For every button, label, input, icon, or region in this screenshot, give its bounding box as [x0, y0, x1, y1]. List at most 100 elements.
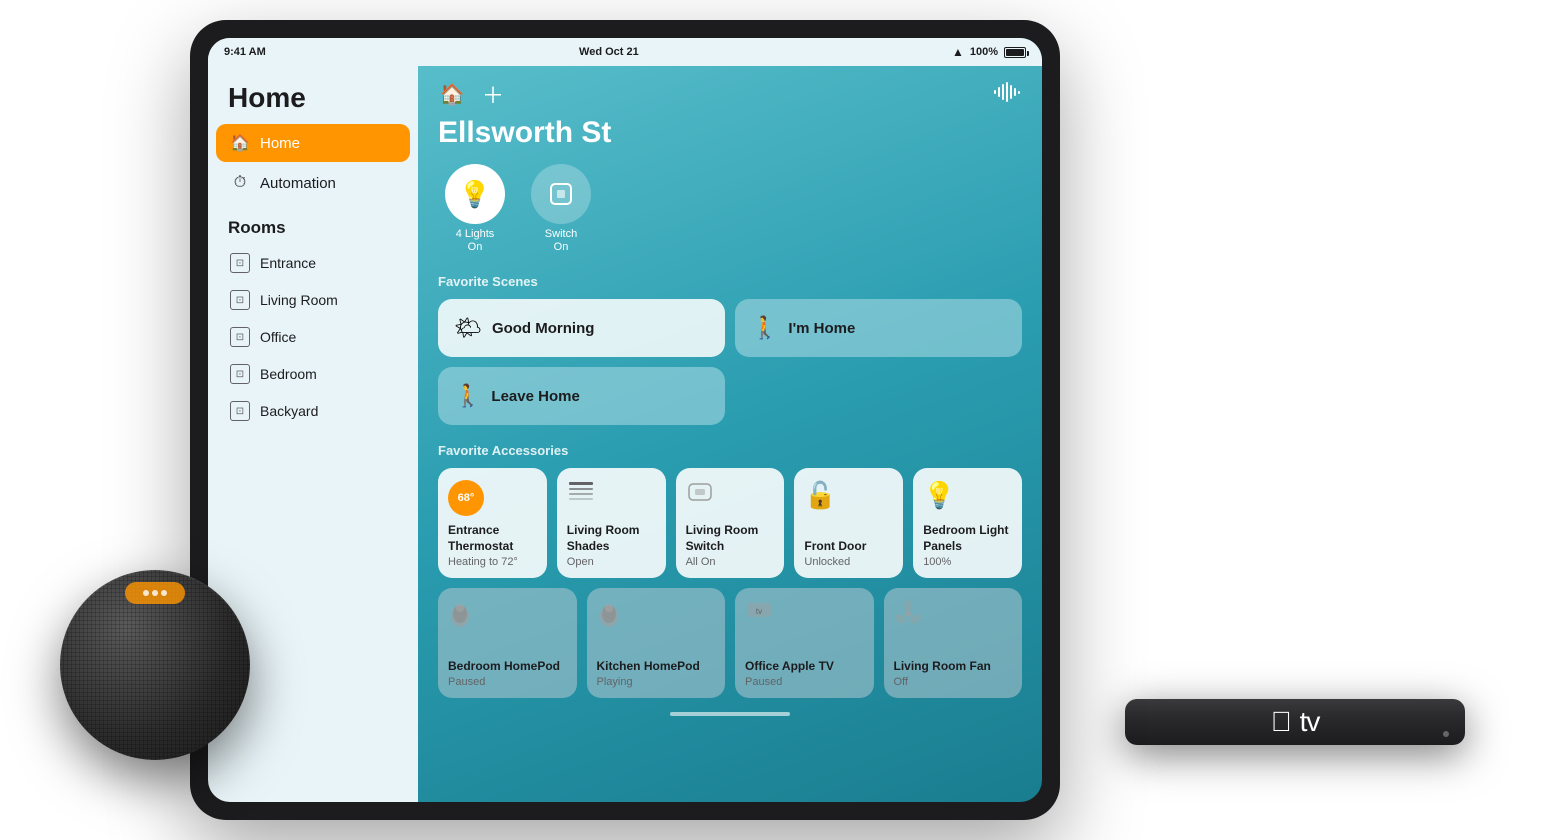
scene-im-home[interactable]: 🚶 I'm Home — [735, 299, 1022, 357]
acc-entrance-thermostat[interactable]: 68° Entrance Thermostat Heating to 72° — [438, 468, 547, 578]
acc-kitchen-homepod[interactable]: Kitchen HomePod Playing — [587, 588, 726, 698]
acc-bedroom-lights[interactable]: 💡 Bedroom Light Panels 100% — [913, 468, 1022, 578]
office-atv-status: Paused — [745, 676, 864, 688]
atv-led-indicator — [1443, 731, 1449, 737]
room-icon-living-room: ⊡ — [230, 290, 250, 310]
shades-status: Open — [567, 556, 656, 568]
room-icon-entrance: ⊡ — [230, 253, 250, 273]
im-home-icon: 🚶 — [751, 315, 778, 341]
sidebar-room-bedroom[interactable]: ⊡ Bedroom — [216, 356, 410, 392]
rooms-section-title: Rooms — [208, 204, 418, 244]
scene-good-morning[interactable]: 🌤 Good Morning — [438, 299, 725, 357]
apple-logo-icon:  — [1271, 706, 1292, 738]
favorite-accessories-header: Favorite Accessories — [438, 443, 1022, 458]
add-button[interactable]: ＋ — [482, 78, 504, 110]
room-icon-backyard: ⊡ — [230, 401, 250, 421]
room-label-entrance: Entrance — [260, 255, 316, 271]
thermostat-temp-badge: 68° — [448, 480, 484, 516]
front-door-name: Front Door — [804, 539, 893, 555]
bedroom-lights-status: 100% — [923, 556, 1012, 568]
ipad-frame: 9:41 AM Wed Oct 21 ▲ 100% Home 🏠 Home — [190, 20, 1060, 820]
switch-label: SwitchOn — [545, 228, 577, 254]
front-door-icon: 🔓 — [804, 480, 893, 511]
lights-circle: 💡 — [445, 164, 505, 224]
home-nav-label: Home — [260, 135, 300, 152]
bedroom-homepod-status: Paused — [448, 676, 567, 688]
kitchen-homepod-name: Kitchen HomePod — [597, 659, 716, 675]
sidebar-room-backyard[interactable]: ⊡ Backyard — [216, 393, 410, 429]
bedroom-lights-name: Bedroom Light Panels — [923, 523, 1012, 554]
thermostat-info: Entrance Thermostat Heating to 72° — [448, 523, 537, 568]
home-name: Ellsworth St — [438, 116, 1022, 150]
bedroom-homepod-name: Bedroom HomePod — [448, 659, 567, 675]
battery-percent: 100% — [970, 46, 998, 58]
acc-living-room-shades[interactable]: Living Room Shades Open — [557, 468, 666, 578]
sidebar-item-home[interactable]: 🏠 Home — [216, 124, 410, 162]
acc-office-apple-tv[interactable]: tv Office Apple TV Paused — [735, 588, 874, 698]
scenes-grid: 🌤 Good Morning 🚶 I'm Home — [438, 299, 1022, 357]
apple-tv-device:  tv — [1125, 485, 1505, 745]
shades-name: Living Room Shades — [567, 523, 656, 554]
shades-info: Living Room Shades Open — [567, 523, 656, 568]
homepod-dot-2 — [152, 590, 158, 596]
acc-living-room-switch[interactable]: Living Room Switch All On — [676, 468, 785, 578]
accessories-grid-bottom: Bedroom HomePod Paused — [438, 588, 1022, 698]
homepod-body — [60, 570, 250, 760]
lights-label: 4 LightsOn — [456, 228, 495, 254]
switch-acc-name: Living Room Switch — [686, 523, 775, 554]
homepod-dot-1 — [143, 590, 149, 596]
sidebar-room-entrance[interactable]: ⊡ Entrance — [216, 245, 410, 281]
thermostat-status: Heating to 72° — [448, 556, 537, 568]
leave-home-label: Leave Home — [491, 388, 579, 405]
quick-tile-lights[interactable]: 💡 4 LightsOn — [438, 164, 512, 254]
fan-status: Off — [894, 676, 1013, 688]
accessories-grid-top: 68° Entrance Thermostat Heating to 72° — [438, 468, 1022, 578]
quick-tile-switch[interactable]: SwitchOn — [524, 164, 598, 254]
switch-acc-info: Living Room Switch All On — [686, 523, 775, 568]
scene-leave-home[interactable]: 🚶 Leave Home — [438, 367, 725, 425]
battery-icon — [1004, 47, 1026, 58]
apple-tv-body:  tv — [1125, 699, 1465, 745]
kitchen-homepod-status: Playing — [597, 676, 716, 688]
fan-name: Living Room Fan — [894, 659, 1013, 675]
room-label-bedroom: Bedroom — [260, 366, 317, 382]
switch-circle — [531, 164, 591, 224]
shades-icon — [567, 480, 656, 511]
status-time: 9:41 AM — [224, 46, 266, 58]
thermostat-badge-area: 68° — [448, 480, 537, 522]
bedroom-homepod-icon — [448, 600, 567, 635]
wifi-icon: ▲ — [952, 45, 964, 59]
bedroom-lights-info: Bedroom Light Panels 100% — [923, 523, 1012, 568]
im-home-label: I'm Home — [788, 320, 855, 337]
leave-home-icon: 🚶 — [454, 383, 481, 409]
automation-nav-icon: ⏱ — [230, 173, 250, 193]
siri-waveform-icon[interactable] — [994, 82, 1022, 107]
apple-tv-text: tv — [1300, 706, 1320, 738]
svg-text:tv: tv — [756, 607, 762, 616]
homepod-dot-3 — [161, 590, 167, 596]
switch-acc-status: All On — [686, 556, 775, 568]
bedroom-homepod-info: Bedroom HomePod Paused — [448, 659, 567, 689]
acc-front-door[interactable]: 🔓 Front Door Unlocked — [794, 468, 903, 578]
room-label-office: Office — [260, 329, 296, 345]
home-toolbar-icon[interactable]: 🏠 — [438, 80, 466, 108]
fan-icon — [894, 600, 1013, 635]
battery-fill — [1006, 49, 1024, 56]
room-label-backyard: Backyard — [260, 403, 318, 419]
status-date: Wed Oct 21 — [579, 46, 639, 58]
homepod-top-indicator — [125, 582, 185, 604]
sidebar-room-office[interactable]: ⊡ Office — [216, 319, 410, 355]
sidebar-item-automation[interactable]: ⏱ Automation — [216, 164, 410, 202]
acc-bedroom-homepod[interactable]: Bedroom HomePod Paused — [438, 588, 577, 698]
automation-nav-label: Automation — [260, 175, 336, 192]
apple-tv-logo:  tv — [1271, 706, 1320, 738]
sidebar-room-living-room[interactable]: ⊡ Living Room — [216, 282, 410, 318]
front-door-info: Front Door Unlocked — [804, 539, 893, 569]
room-icon-office: ⊡ — [230, 327, 250, 347]
quick-tiles: 💡 4 LightsOn SwitchOn — [438, 164, 1022, 254]
homepod-mini — [60, 570, 270, 780]
good-morning-label: Good Morning — [492, 320, 594, 337]
front-door-status: Unlocked — [804, 556, 893, 568]
acc-living-room-fan[interactable]: Living Room Fan Off — [884, 588, 1023, 698]
main-content: 🏠 ＋ — [418, 38, 1042, 802]
